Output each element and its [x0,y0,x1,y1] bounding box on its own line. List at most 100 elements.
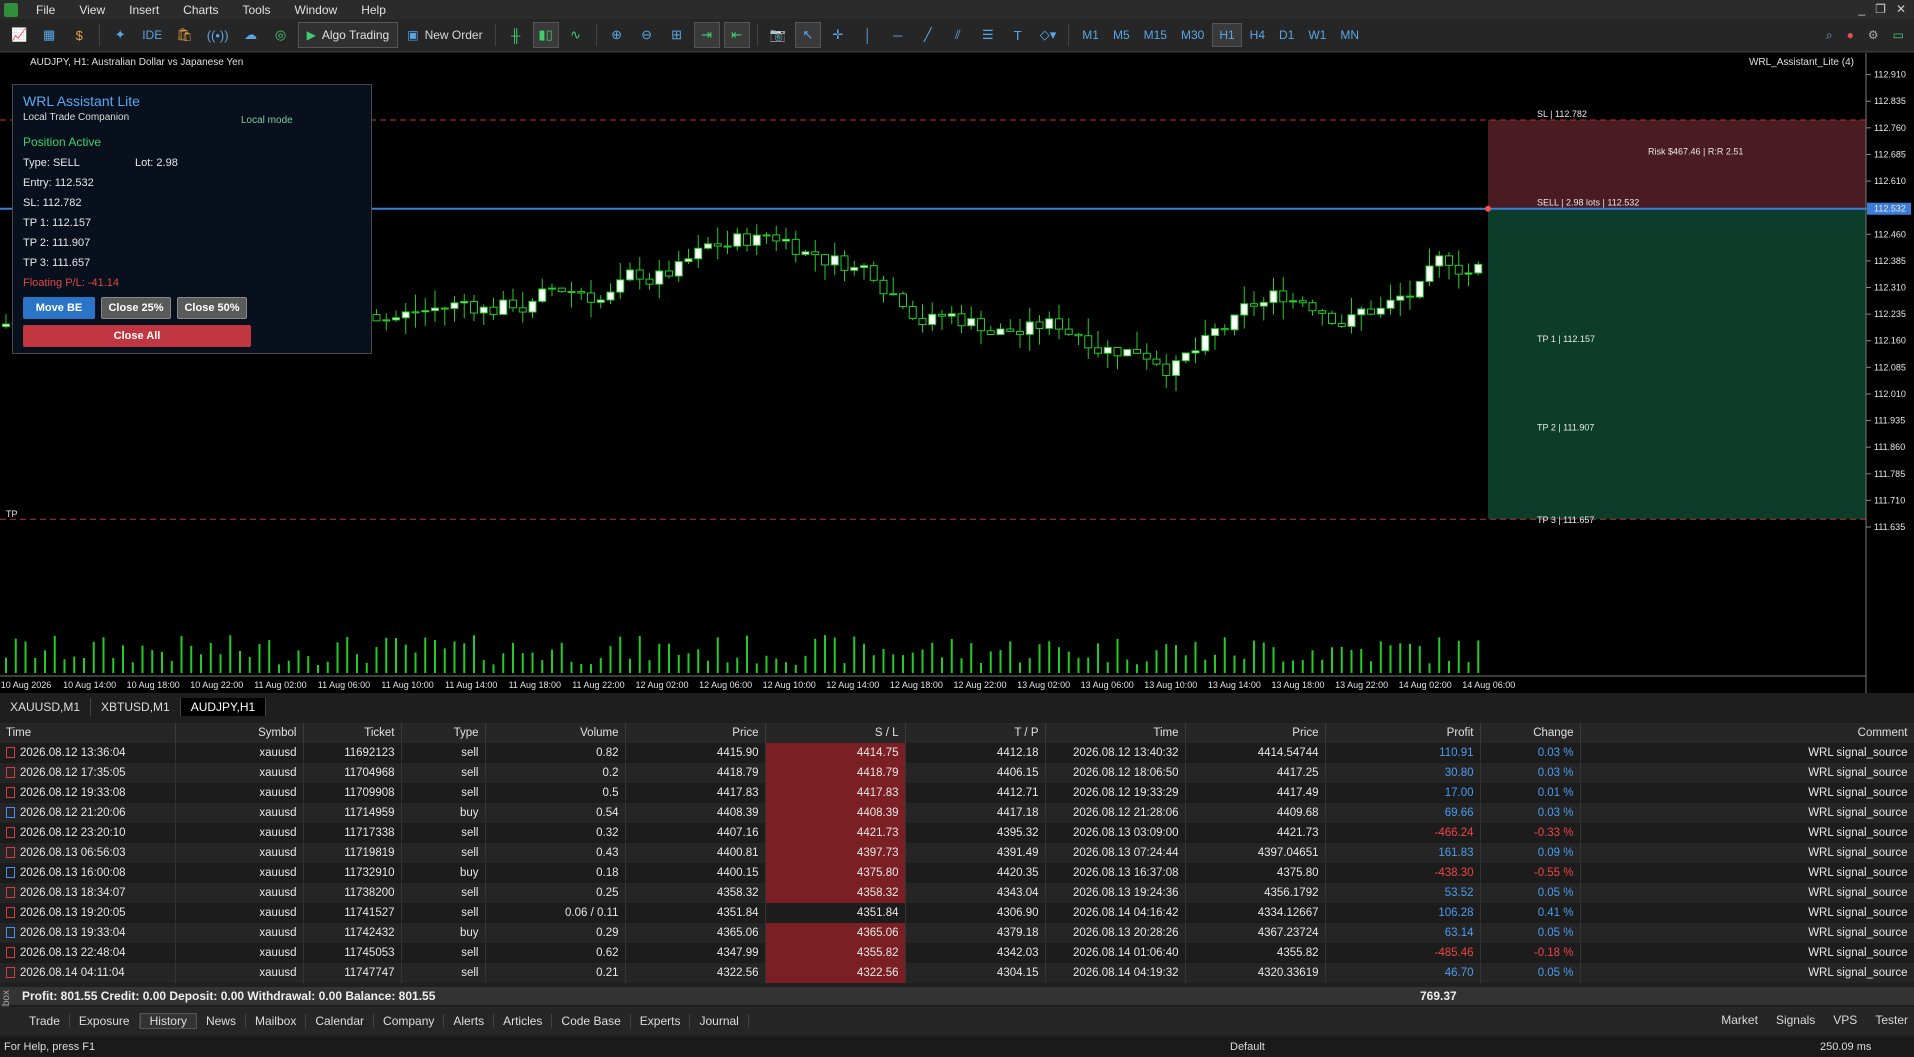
table-row[interactable]: 2026.08.14 04:11:04 xauusd 11747747 sell 0.2… [0,963,1914,983]
chart-shift-icon[interactable]: ⇤ [723,22,750,48]
timeframe-m30[interactable]: M30 [1175,23,1210,47]
tab-code-base[interactable]: Code Base [552,1014,631,1028]
menu-charts[interactable]: Charts [171,3,230,17]
timeframe-m1[interactable]: M1 [1076,23,1105,47]
timeframe-w1[interactable]: W1 [1302,23,1332,47]
column-header[interactable]: Price [625,723,766,743]
dollar-icon[interactable]: $ [66,22,92,48]
chart-tab[interactable]: XBTUSD,M1 [91,698,181,716]
autoscroll-icon[interactable]: ⇥ [693,22,720,48]
timeframe-m15[interactable]: M15 [1138,23,1173,47]
signal-icon[interactable]: ((•)) [202,22,234,48]
tab-alerts[interactable]: Alerts [444,1014,495,1028]
algo-trading-button[interactable]: ▶ Algo Trading [297,22,399,48]
vps-icon[interactable]: ◎ [268,22,294,48]
move-be-button[interactable]: Move BE [23,297,95,319]
timeframe-mn[interactable]: MN [1334,23,1365,47]
timeframe-m5[interactable]: M5 [1107,23,1136,47]
table-row[interactable]: 2026.08.12 21:20:06 xauusd 11714959 buy 0.54… [0,803,1914,823]
new-order-button[interactable]: ▣ New Order [402,22,487,48]
market-icon[interactable]: 🛍 [171,22,198,48]
chart-type-icon[interactable]: 📈 [6,22,32,48]
zoom-in-icon[interactable]: ⊕ [604,22,630,48]
account-icon[interactable]: ⚙ [1868,28,1879,42]
column-header[interactable]: Time [0,723,176,743]
candle-chart-icon[interactable]: ▮▯ [532,22,559,48]
column-header[interactable]: Time [1045,723,1186,743]
chart-tab[interactable]: AUDJPY,H1 [180,698,267,716]
table-row[interactable]: 2026.08.12 17:35:05 xauusd 11704968 sell 0.2… [0,763,1914,783]
column-header[interactable]: Price [1185,723,1326,743]
timeframe-h4[interactable]: H4 [1244,23,1271,47]
table-row[interactable]: 2026.08.13 18:34:07 xauusd 11738200 sell 0.2… [0,883,1914,903]
table-row[interactable]: 2026.08.13 19:20:05 xauusd 11741527 sell 0.0… [0,903,1914,923]
chart-tab[interactable]: XAUUSD,M1 [0,698,92,716]
column-header[interactable]: S / L [765,723,906,743]
line-chart-icon[interactable]: ∿ [563,22,589,48]
tab-exposure[interactable]: Exposure [70,1014,140,1028]
column-header[interactable]: Profit [1325,723,1481,743]
column-header[interactable]: Comment [1580,723,1914,743]
table-row[interactable]: 2026.08.13 06:56:03 xauusd 11719819 sell 0.4… [0,843,1914,863]
cloud-icon[interactable]: ☁ [238,22,264,48]
link-signals[interactable]: Signals [1776,1013,1815,1027]
menu-insert[interactable]: Insert [117,3,171,17]
close-50-button[interactable]: Close 50% [177,297,247,319]
table-row[interactable]: 2026.08.12 23:20:10 xauusd 11717338 sell 0.3… [0,823,1914,843]
link-tester[interactable]: Tester [1875,1013,1908,1027]
tab-news[interactable]: News [197,1014,246,1028]
ide-button[interactable]: IDE [137,22,167,48]
table-row[interactable]: 2026.08.12 13:36:04 xauusd 11692123 sell 0.8… [0,743,1914,763]
table-row[interactable]: 2026.08.13 19:33:04 xauusd 11742432 buy 0.29… [0,923,1914,943]
column-header[interactable]: Symbol [175,723,304,743]
horizontal-line-icon[interactable]: ─ [885,22,911,48]
restore-icon[interactable]: ❐ [1875,2,1886,16]
menu-window[interactable]: Window [283,3,350,17]
close-25-button[interactable]: Close 25% [101,297,171,319]
tab-mailbox[interactable]: Mailbox [246,1014,307,1028]
table-row[interactable]: 2026.08.13 16:00:08 xauusd 11732910 buy 0.18… [0,863,1914,883]
fibo-icon[interactable]: ☰ [975,22,1001,48]
table-row[interactable]: 2026.08.13 22:48:04 xauusd 11745053 sell 0.6… [0,943,1914,963]
menu-view[interactable]: View [67,3,117,17]
column-header[interactable]: Change [1480,723,1581,743]
chart-template-icon[interactable]: ▦ [36,22,62,48]
tab-company[interactable]: Company [374,1014,445,1028]
link-vps[interactable]: VPS [1833,1013,1857,1027]
trendline-icon[interactable]: ╱ [915,22,941,48]
channel-icon[interactable]: ⫽ [945,22,971,48]
menu-help[interactable]: Help [349,3,398,17]
text-icon[interactable]: T [1005,22,1031,48]
zoom-out-icon[interactable]: ⊖ [634,22,660,48]
bar-chart-icon[interactable]: ╫ [503,22,529,48]
minimize-icon[interactable]: _ [1858,2,1865,16]
notifications-icon[interactable]: ● [1847,28,1854,42]
table-row[interactable]: 2026.08.12 19:33:08 xauusd 11709908 sell 0.5… [0,783,1914,803]
tab-articles[interactable]: Articles [494,1014,553,1028]
column-header[interactable]: T / P [905,723,1046,743]
grid-icon[interactable]: ⊞ [664,22,690,48]
screenshot-icon[interactable]: 📷 [765,22,791,48]
close-all-button[interactable]: Close All [23,325,251,347]
cursor-icon[interactable]: ↖ [794,22,821,48]
search-icon[interactable]: ⌕ [1826,28,1833,43]
timeframe-h1[interactable]: H1 [1212,23,1242,47]
timeframe-d1[interactable]: D1 [1273,23,1300,47]
menu-tools[interactable]: Tools [231,3,283,17]
vertical-line-icon[interactable]: │ [855,22,881,48]
tab-calendar[interactable]: Calendar [306,1014,375,1028]
link-market[interactable]: Market [1721,1013,1758,1027]
order-doc-icon [6,867,15,879]
tab-journal[interactable]: Journal [690,1014,749,1028]
tab-history[interactable]: History [139,1013,197,1029]
column-header[interactable]: Volume [485,723,626,743]
tab-trade[interactable]: Trade [20,1014,70,1028]
menu-file[interactable]: File [24,3,67,17]
close-icon[interactable]: ✕ [1896,2,1906,16]
column-header[interactable]: Type [401,723,486,743]
tab-experts[interactable]: Experts [631,1014,691,1028]
crosshair-icon[interactable]: ✛ [825,22,851,48]
column-header[interactable]: Ticket [303,723,402,743]
wizard-icon[interactable]: ✦ [107,22,133,48]
shapes-icon[interactable]: ◇▾ [1035,22,1062,48]
